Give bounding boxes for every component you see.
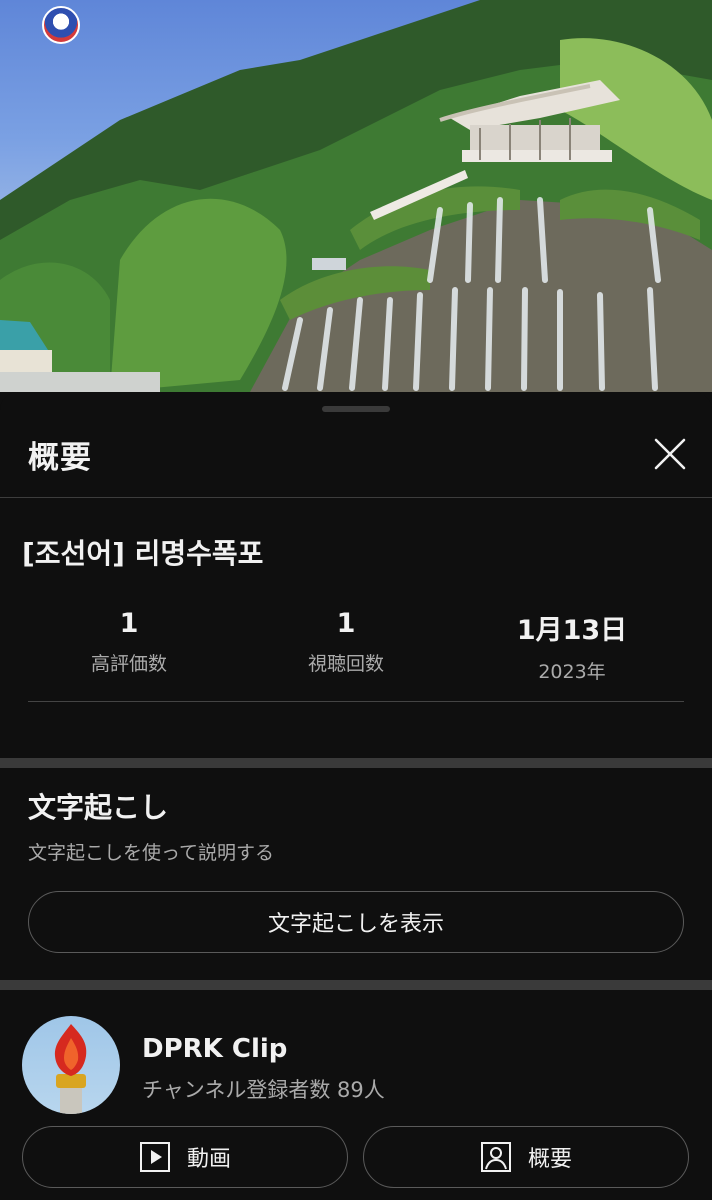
drag-handle[interactable] — [322, 406, 390, 412]
show-transcript-button[interactable]: 文字起こしを表示 — [28, 891, 684, 953]
channel-avatar[interactable] — [22, 1016, 120, 1114]
header-divider — [0, 497, 712, 498]
close-button[interactable] — [648, 432, 692, 476]
transcript-subtitle: 文字起こしを使って説明する — [28, 842, 275, 864]
section-divider — [0, 758, 712, 768]
likes-label: 高評価数 — [90, 653, 167, 675]
stat-date: 1月13日 2023年 — [472, 608, 672, 684]
publish-year: 2023年 — [538, 661, 606, 683]
torch-icon — [54, 1024, 87, 1114]
views-label: 視聴回数 — [307, 653, 384, 675]
waterfall-thumbnail — [0, 0, 712, 392]
channel-videos-label: 動画 — [186, 1147, 231, 1172]
channel-about-button[interactable]: 概要 — [363, 1126, 689, 1188]
stats-divider — [28, 701, 684, 702]
sheet-title: 概要 — [28, 440, 92, 476]
channel-watermark-logo — [42, 6, 80, 44]
channel-videos-button[interactable]: 動画 — [22, 1126, 348, 1188]
video-title: [조선어] 리명수폭포 — [22, 537, 264, 570]
views-count: 1 — [336, 608, 356, 639]
person-box-icon — [480, 1141, 512, 1173]
section-divider — [0, 980, 712, 990]
description-sheet: 概要 [조선어] 리명수폭포 1 高評価数 1 視聴回数 1月13日 2023年… — [0, 392, 712, 1200]
publish-date: 1月13日 — [516, 615, 628, 646]
channel-name[interactable]: DPRK Clip — [142, 1034, 287, 1064]
close-icon — [654, 438, 686, 470]
likes-count: 1 — [119, 608, 139, 639]
video-player[interactable] — [0, 0, 712, 392]
stat-likes: 1 高評価数 — [29, 608, 229, 676]
play-box-icon — [139, 1141, 171, 1173]
channel-about-label: 概要 — [527, 1147, 572, 1172]
show-transcript-label: 文字起こしを表示 — [267, 912, 444, 937]
subscriber-count: チャンネル登録者数 89人 — [142, 1078, 385, 1102]
transcript-title: 文字起こし — [28, 791, 169, 824]
stat-views: 1 視聴回数 — [246, 608, 446, 676]
